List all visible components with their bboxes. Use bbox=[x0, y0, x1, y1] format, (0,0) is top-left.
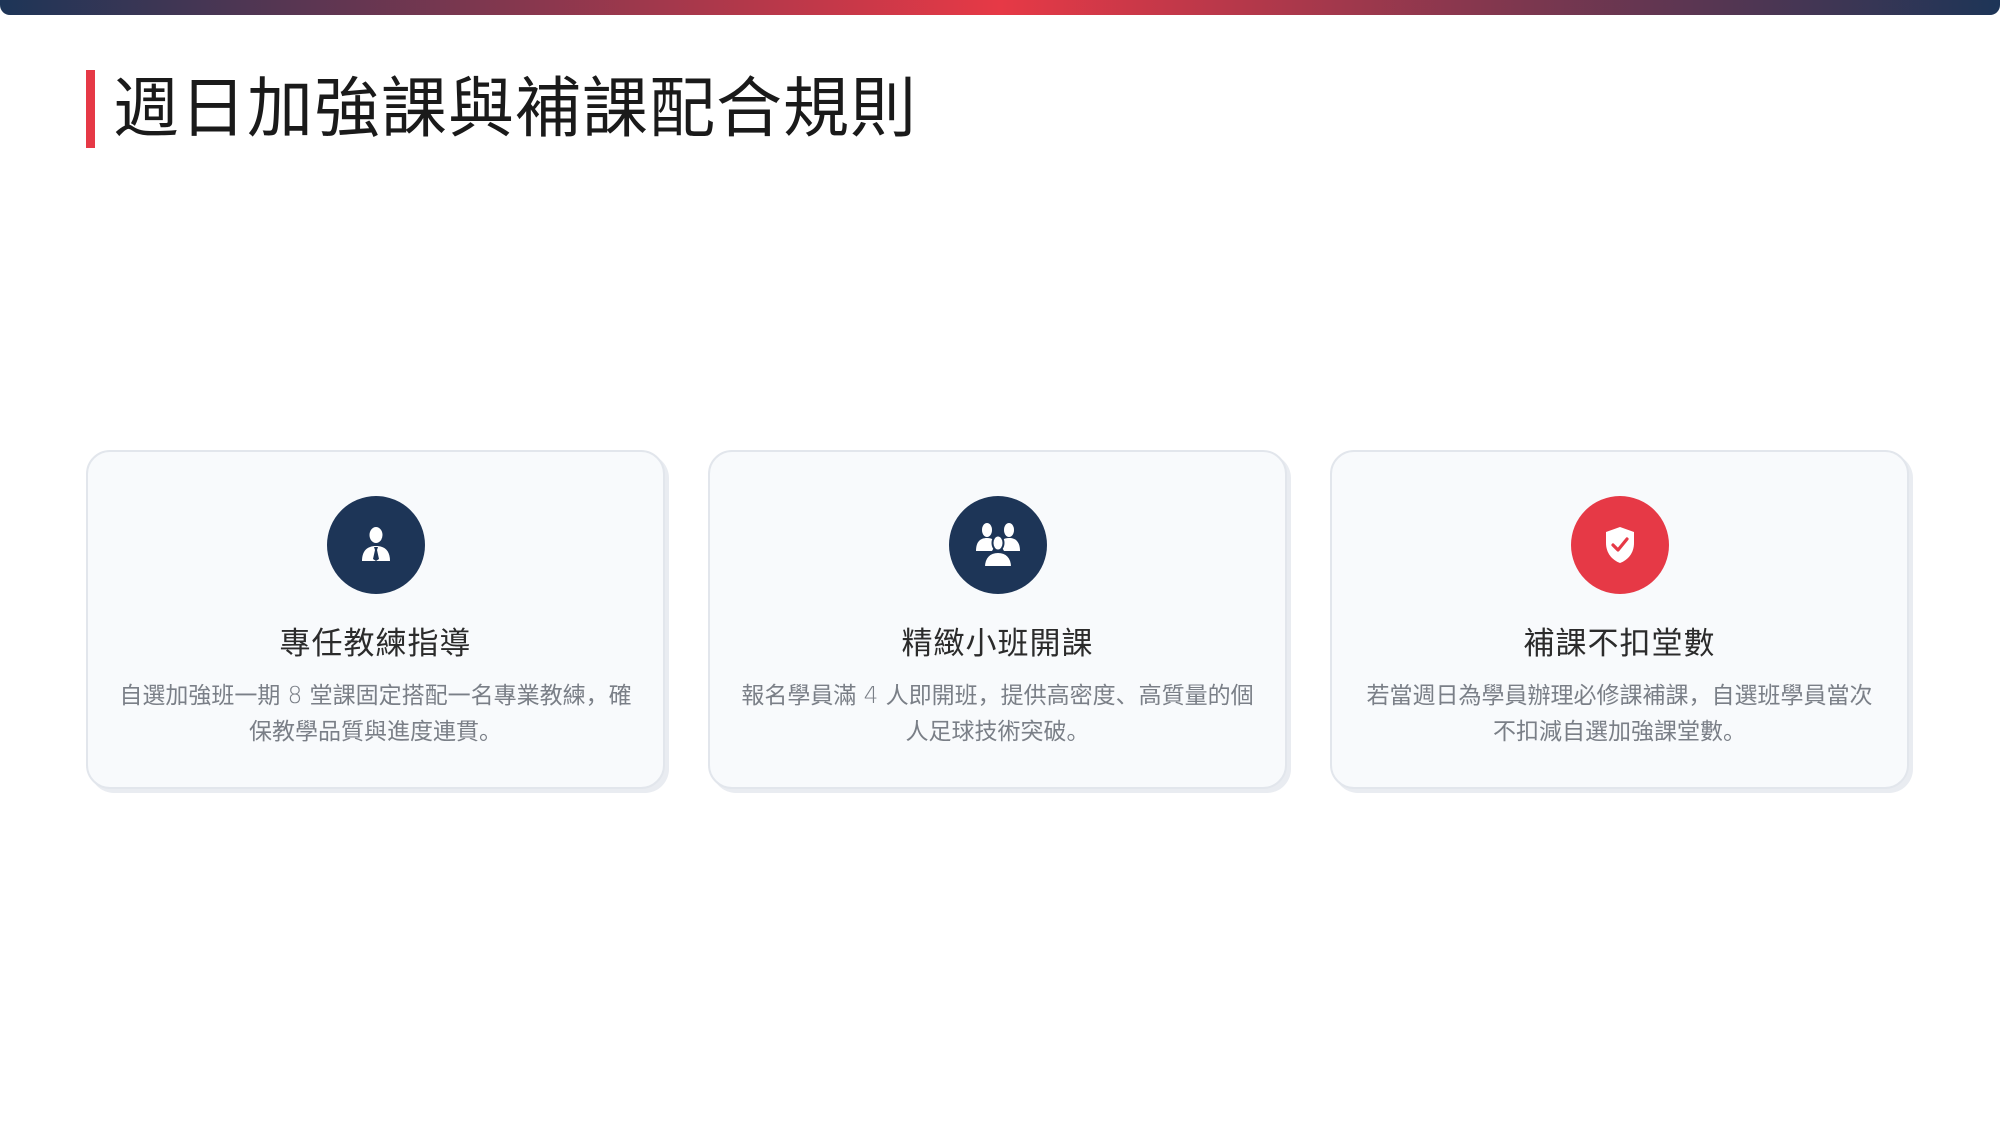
top-accent-bar bbox=[0, 0, 2000, 15]
feature-cards: 專任教練指導 自選加強班一期 8 堂課固定搭配一名專業教練，確保教學品質與進度連… bbox=[86, 450, 1914, 793]
card-title: 精緻小班開課 bbox=[901, 626, 1094, 662]
title-accent-bar bbox=[86, 70, 95, 148]
shield-check-icon bbox=[1605, 527, 1634, 563]
card-description: 報名學員滿 4 人即開班，提供高密度、高質量的個人足球技術突破。 bbox=[741, 683, 1254, 745]
card-icon-circle bbox=[1570, 496, 1669, 594]
card-title: 補課不扣堂數 bbox=[1523, 626, 1716, 662]
card-title: 專任教練指導 bbox=[279, 626, 472, 662]
card-description: 自選加強班一期 8 堂課固定搭配一名專業教練，確保教學品質與進度連貫。 bbox=[119, 683, 632, 745]
users-icon bbox=[975, 523, 1020, 568]
slide: 週日加強課與補課配合規則 專任教練指導 自選加強班一期 8 堂課固定搭配一名專業… bbox=[0, 0, 2000, 1125]
card-description: 若當週日為學員辦理必修課補課，自選班學員當次不扣減自選加強課堂數。 bbox=[1366, 683, 1873, 745]
card-icon-circle bbox=[948, 496, 1047, 594]
title-block: 週日加強課與補課配合規則 bbox=[86, 70, 917, 148]
card-dedicated-coach: 專任教練指導 自選加強班一期 8 堂課固定搭配一名專業教練，確保教學品質與進度連… bbox=[86, 450, 665, 789]
card-small-class: 精緻小班開課 報名學員滿 4 人即開班，提供高密度、高質量的個人足球技術突破。 bbox=[708, 450, 1287, 789]
user-tie-icon bbox=[361, 527, 390, 561]
card-makeup-no-deduct: 補課不扣堂數 若當週日為學員辦理必修課補課，自選班學員當次不扣減自選加強課堂數。 bbox=[1330, 450, 1909, 789]
card-icon-circle bbox=[326, 496, 425, 594]
page-title: 週日加強課與補課配合規則 bbox=[113, 70, 917, 147]
